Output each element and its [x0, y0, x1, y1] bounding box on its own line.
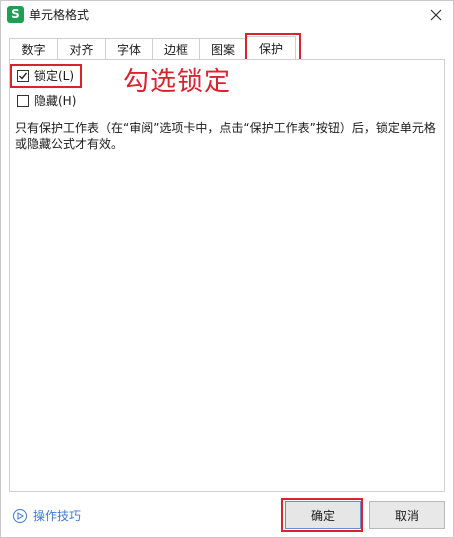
dialog-title: 单元格格式: [29, 8, 90, 22]
tab-border[interactable]: 边框: [152, 38, 200, 60]
protection-description: 只有保护工作表（在“审阅”选项卡中，点击“保护工作表”按钮）后，锁定单元格或隐藏…: [15, 121, 436, 151]
tab-font[interactable]: 字体: [105, 38, 153, 60]
tab-number[interactable]: 数字: [9, 38, 58, 60]
hidden-checkbox[interactable]: [17, 95, 29, 107]
spreadsheet-app-icon: S: [7, 6, 24, 23]
tips-label: 操作技巧: [33, 509, 82, 523]
tips-link[interactable]: 操作技巧: [13, 507, 81, 524]
play-icon: [13, 508, 27, 523]
annotation-text: 勾选锁定: [123, 67, 232, 97]
locked-highlight: [10, 64, 82, 88]
title-bar: S 单元格格式: [1, 1, 453, 29]
hidden-checkbox-row[interactable]: 隐藏(H): [17, 94, 76, 108]
cancel-button[interactable]: 取消: [369, 501, 445, 529]
hidden-label: 隐藏(H): [34, 94, 77, 108]
tab-protection-highlight: [245, 33, 301, 61]
tab-alignment[interactable]: 对齐: [57, 38, 106, 60]
cell-format-dialog: S 单元格格式 数字 对齐 字体 边框 图案 保护 锁定(L) 勾选锁定 隐藏(…: [0, 0, 454, 538]
tab-pattern[interactable]: 图案: [199, 38, 247, 60]
close-button[interactable]: [423, 3, 449, 27]
ok-button-highlight: [281, 498, 363, 532]
close-icon: [430, 9, 442, 21]
